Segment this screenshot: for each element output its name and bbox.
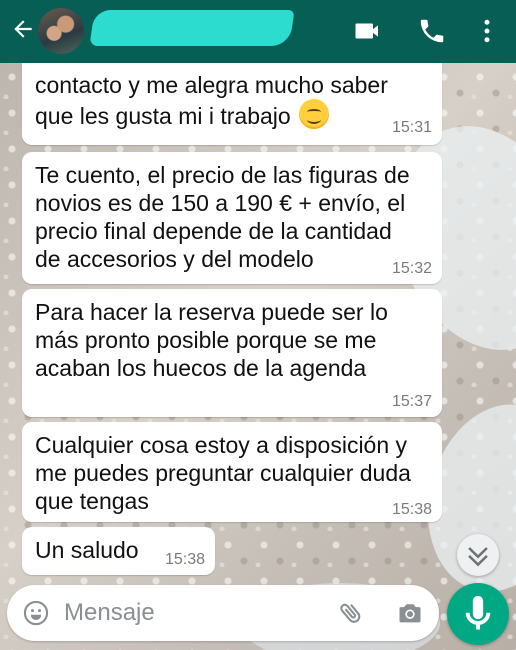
message-time: 15:32 — [391, 260, 432, 277]
message-bubble[interactable]: Te cuento, el precio de las figuras de n… — [22, 152, 442, 284]
message-line: Te cuento, el precio de las figuras de — [35, 162, 410, 188]
camera-icon[interactable] — [396, 599, 424, 627]
more-options-icon[interactable] — [472, 16, 502, 46]
emoji-icon[interactable] — [22, 599, 50, 627]
scroll-to-bottom-button[interactable] — [457, 534, 499, 576]
message-time: 15:38 — [164, 551, 205, 568]
message-time: 15:38 — [391, 501, 432, 518]
avatar[interactable] — [38, 8, 84, 54]
message-line: Un saludo — [35, 537, 139, 563]
message-line: que les gusta mi i trabajo — [35, 99, 388, 130]
message-line: novios es de 150 a 190 € + envío, el — [35, 190, 406, 216]
message-line: de accesorios y del modelo — [35, 246, 314, 272]
message-bubble[interactable]: Para hacer la reserva puede ser lo más p… — [22, 289, 442, 417]
message-line: Para hacer la reserva puede ser lo — [35, 299, 388, 325]
message-bubble[interactable]: contacto y me alegra mucho saber que les… — [22, 63, 442, 145]
message-list: contacto y me alegra mucho saber que les… — [0, 63, 516, 586]
video-call-icon[interactable] — [353, 16, 383, 46]
message-line: más pronto posible porque se me — [35, 327, 377, 353]
redaction-scribble — [89, 10, 295, 46]
mic-button[interactable] — [447, 583, 509, 645]
message-line: Cualquier cosa estoy a disposición y — [35, 432, 408, 458]
message-composer[interactable]: Mensaje — [7, 585, 439, 641]
phone-icon[interactable] — [417, 16, 447, 46]
mic-icon — [465, 595, 491, 630]
attach-icon[interactable] — [337, 599, 365, 627]
smiling-face-icon — [298, 99, 329, 129]
message-time: 15:31 — [391, 119, 432, 136]
message-bubble[interactable]: Un saludo 15:38 — [22, 527, 215, 575]
message-line: acaban los huecos de la agenda — [35, 355, 367, 381]
message-line: me puedes preguntar cualquier duda — [35, 460, 411, 486]
message-line: precio final depende de la cantidad — [35, 218, 392, 244]
chevron-double-down-icon — [468, 547, 488, 567]
message-time: 15:37 — [391, 393, 432, 410]
back-arrow-icon[interactable] — [10, 16, 36, 42]
message-input[interactable]: Mensaje — [64, 599, 155, 627]
message-line: contacto y me alegra mucho saber — [35, 72, 388, 98]
message-line: que tengas — [35, 488, 149, 514]
chat-header — [0, 0, 516, 63]
message-bubble[interactable]: Cualquier cosa estoy a disposición y me … — [22, 422, 442, 522]
